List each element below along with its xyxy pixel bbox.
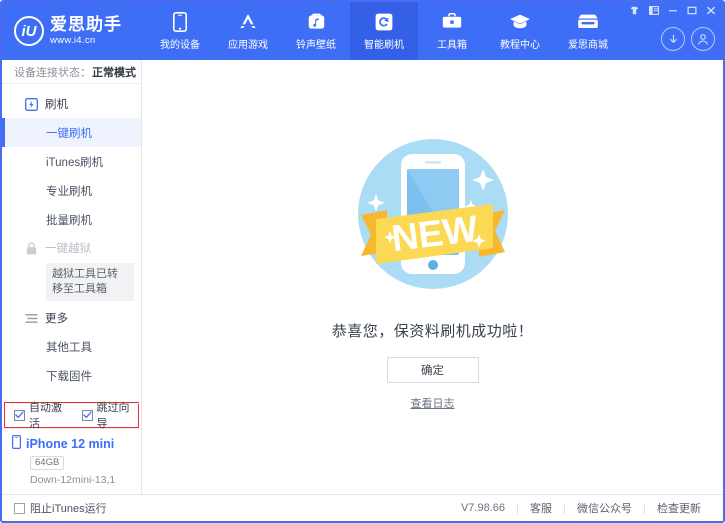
connection-status-value: 正常模式 — [92, 64, 136, 80]
logo-text: 爱思助手 www.i4.cn — [50, 16, 122, 46]
download-icon[interactable] — [661, 27, 685, 51]
music-icon — [308, 11, 325, 32]
nav-item-ringtones-wallpaper[interactable]: 铃声壁纸 — [282, 2, 350, 60]
connected-device[interactable]: iPhone 12 mini 64GB Down-12mini-13,1 — [2, 428, 141, 494]
menu-icon[interactable] — [645, 4, 662, 17]
nav-label: 我的设备 — [160, 36, 200, 51]
block-itunes-label: 阻止iTunes运行 — [30, 500, 107, 516]
account-icon[interactable] — [691, 27, 715, 51]
sidebar-nav: 刷机 一键刷机 iTunes刷机 专业刷机 批量刷机 — [2, 84, 141, 399]
version-label: V7.98.66 — [449, 502, 517, 514]
nav-label: 铃声壁纸 — [296, 36, 336, 51]
success-message: 恭喜您，保资料刷机成功啦！ — [332, 320, 534, 341]
sidebar-item-advanced[interactable]: 高级功能 — [2, 390, 141, 399]
connection-status-label: 设备连接状态： — [14, 64, 91, 80]
status-bar: 阻止iTunes运行 V7.98.66 客服 微信公众号 检查更新 — [2, 494, 723, 521]
nav-item-smart-flash[interactable]: 智能刷机 — [350, 2, 418, 60]
sidebar-item-download-firmware[interactable]: 下载固件 — [2, 361, 141, 390]
sidebar-item-pro-flash[interactable]: 专业刷机 — [2, 176, 141, 205]
nav-label: 教程中心 — [500, 36, 540, 51]
nav-label: 应用游戏 — [228, 36, 268, 51]
view-log-link[interactable]: 查看日志 — [411, 395, 455, 411]
sidebar-item-label: iTunes刷机 — [46, 154, 103, 170]
logo-mark-icon: iU — [14, 16, 44, 46]
connection-status: 设备连接状态： 正常模式 — [2, 60, 141, 84]
ok-button[interactable]: 确定 — [387, 357, 479, 383]
menu-lines-icon — [24, 311, 38, 325]
maximize-icon[interactable] — [683, 4, 700, 17]
sidebar-group-jailbreak: 一键越狱 — [2, 234, 141, 262]
check-update-link[interactable]: 检查更新 — [645, 500, 713, 516]
device-capacity: 64GB — [30, 456, 64, 470]
main-nav: 我的设备 应用游戏 铃声壁纸 智能刷机 — [146, 2, 622, 60]
nav-item-my-device[interactable]: 我的设备 — [146, 2, 214, 60]
nav-item-apps-games[interactable]: 应用游戏 — [214, 2, 282, 60]
nav-item-toolbox[interactable]: 工具箱 — [418, 2, 486, 60]
sidebar-group-flash[interactable]: 刷机 — [2, 90, 141, 118]
new-phone-badge-illustration: NEW — [343, 124, 523, 304]
sidebar-group-label: 一键越狱 — [45, 240, 91, 256]
app-logo[interactable]: iU 爱思助手 www.i4.cn — [2, 16, 140, 46]
sidebar-item-batch-flash[interactable]: 批量刷机 — [2, 205, 141, 234]
appstore-icon — [237, 11, 259, 32]
nav-label: 智能刷机 — [364, 36, 404, 51]
device-name: iPhone 12 mini — [26, 437, 114, 451]
app-header: iU 爱思助手 www.i4.cn 我的设备 应用游戏 — [2, 2, 723, 60]
block-itunes-checkbox[interactable]: 阻止iTunes运行 — [14, 500, 107, 516]
window-controls — [626, 4, 719, 17]
close-icon[interactable] — [702, 4, 719, 17]
skip-wizard-label: 跳过向导 — [97, 399, 140, 431]
skin-icon[interactable] — [626, 4, 643, 17]
sidebar-item-other-tools[interactable]: 其他工具 — [2, 332, 141, 361]
checkbox-box — [14, 410, 25, 421]
nav-item-tutorial-center[interactable]: 教程中心 — [486, 2, 554, 60]
sidebar-item-label: 批量刷机 — [46, 212, 92, 228]
sidebar-item-label: 一键刷机 — [46, 125, 92, 141]
logo-url: www.i4.cn — [50, 36, 122, 46]
checkbox-box — [82, 410, 93, 421]
nav-label: 爱思商城 — [568, 36, 608, 51]
device-name-row: iPhone 12 mini — [12, 435, 141, 452]
app-body: 设备连接状态： 正常模式 刷机 一键刷机 iTunes刷机 专业刷机 — [2, 60, 723, 494]
nav-item-shop[interactable]: 爱思商城 — [554, 2, 622, 60]
main-content: NEW 恭喜您，保资料刷机成功啦！ 确定 查看日志 — [142, 60, 723, 494]
auto-activate-label: 自动激活 — [29, 399, 72, 431]
sidebar-group-more[interactable]: 更多 — [2, 304, 141, 332]
shop-icon — [577, 11, 599, 32]
sidebar-item-one-key-flash[interactable]: 一键刷机 — [2, 118, 141, 147]
minimize-icon[interactable] — [664, 4, 681, 17]
app-window: iU 爱思助手 www.i4.cn 我的设备 应用游戏 — [0, 0, 725, 523]
nav-label: 工具箱 — [437, 36, 467, 51]
toolbox-icon — [442, 11, 462, 32]
sidebar-item-label: 其他工具 — [46, 339, 92, 355]
status-bar-right: V7.98.66 客服 微信公众号 检查更新 — [449, 500, 713, 516]
sidebar-item-itunes-flash[interactable]: iTunes刷机 — [2, 147, 141, 176]
graduation-cap-icon — [509, 11, 531, 32]
sidebar-group-label: 刷机 — [45, 96, 68, 112]
sidebar-item-label: 专业刷机 — [46, 183, 92, 199]
sidebar-group-label: 更多 — [45, 310, 68, 326]
header-actions — [661, 27, 715, 51]
sidebar-options: 自动激活 跳过向导 — [2, 399, 141, 428]
checkbox-box — [14, 503, 25, 514]
lock-icon — [24, 241, 38, 255]
jailbreak-moved-tooltip: 越狱工具已转移至工具箱 — [46, 263, 134, 301]
customer-service-link[interactable]: 客服 — [518, 500, 564, 516]
phone-small-icon — [12, 435, 21, 452]
flash-device-icon — [24, 97, 38, 111]
skip-wizard-checkbox[interactable]: 跳过向导 — [82, 399, 140, 431]
device-identifier: Down-12mini-13,1 — [30, 474, 141, 486]
options-row: 自动激活 跳过向导 — [8, 403, 139, 426]
auto-activate-checkbox[interactable]: 自动激活 — [14, 399, 72, 431]
sidebar-item-label: 下载固件 — [46, 368, 92, 384]
phone-icon — [173, 11, 187, 32]
wechat-link[interactable]: 微信公众号 — [565, 500, 644, 516]
refresh-icon — [375, 11, 393, 32]
sidebar: 设备连接状态： 正常模式 刷机 一键刷机 iTunes刷机 专业刷机 — [2, 60, 142, 494]
logo-title: 爱思助手 — [50, 16, 122, 34]
